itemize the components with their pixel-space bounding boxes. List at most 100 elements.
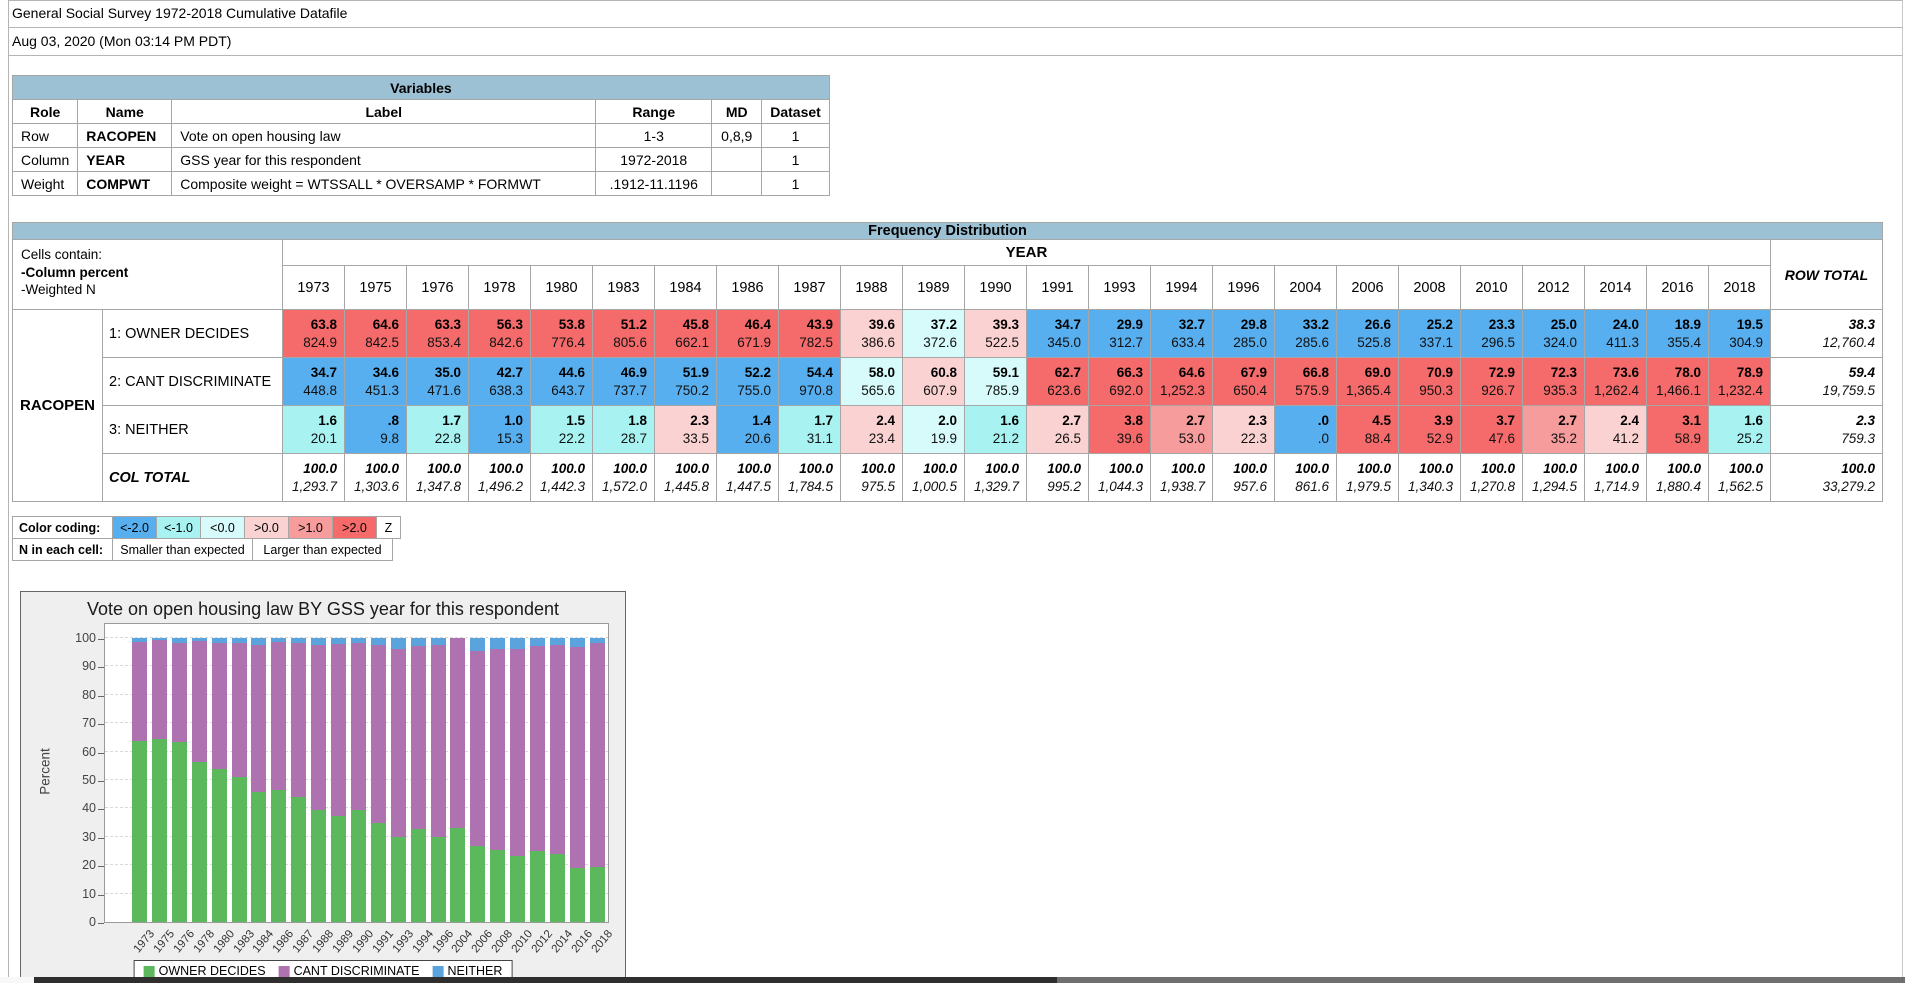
z-swatch: >1.0 [288, 516, 333, 539]
freq-row: 2: CANT DISCRIMINATE 34.7 448.8 34.6 451.3 35… [13, 357, 1883, 406]
freq-cell: 66.3 692.0 [1088, 357, 1151, 406]
bar-segment-cant-discriminate [171, 642, 187, 743]
freq-cell: 100.0 1,294.5 [1522, 453, 1585, 502]
bar-segment-owner-decides [390, 837, 406, 922]
freq-cell-percent: 3.9 [1434, 412, 1453, 428]
freq-cell: 34.7 345.0 [1026, 309, 1089, 358]
variables-cell-role: Row [11, 123, 79, 148]
bar-segment-cant-discriminate [510, 648, 526, 856]
freq-cell-weighted-n: 1,000.5 [911, 478, 957, 494]
freq-cell: 25.0 324.0 [1522, 309, 1585, 358]
freq-cell: 100.0 1,340.3 [1398, 453, 1461, 502]
freq-cell-weighted-n: 1,447.5 [725, 478, 771, 494]
freq-cell: 69.0 1,365.4 [1336, 357, 1399, 406]
freq-cell: 100.0 1,445.8 [654, 453, 717, 502]
page-title: General Social Survey 1972-2018 Cumulati… [12, 5, 348, 21]
freq-cell-percent: 33.2 [1302, 316, 1329, 332]
stacked-bar [390, 638, 406, 922]
freq-cell: 100.0 1,979.5 [1336, 453, 1399, 502]
stacked-bar [311, 638, 327, 922]
stacked-bar [211, 638, 227, 922]
freq-cell-weighted-n: 9.8 [380, 430, 399, 446]
year-column-header: 1973 [282, 265, 345, 310]
freq-row-label: 2: CANT DISCRIMINATE [102, 357, 283, 406]
legend-label: NEITHER [447, 964, 503, 978]
bar-segment-cant-discriminate [350, 642, 366, 811]
freq-cell-percent: 100.0 [985, 460, 1019, 476]
freq-cell: 3.7 47.6 [1460, 405, 1523, 454]
row-variable-label: RACOPEN [12, 309, 103, 502]
freq-cell-weighted-n: 950.3 [1419, 382, 1453, 398]
freq-cell: 60.8 607.9 [902, 357, 965, 406]
freq-cell: 1.4 20.6 [716, 405, 779, 454]
freq-cell: 2.3 33.5 [654, 405, 717, 454]
freq-cell-weighted-n: 671.9 [737, 334, 771, 350]
stacked-bar-chart: Vote on open housing law BY GSS year for… [20, 591, 626, 982]
z-swatch: <0.0 [200, 516, 245, 539]
variables-cell-range: .1912-11.1196 [595, 171, 713, 196]
freq-cell: 45.8 662.1 [654, 309, 717, 358]
y-tick-label: 70 [82, 716, 96, 731]
n-expectation-row: N in each cell: Smaller than expected Larg… [12, 538, 393, 561]
freq-cell: 78.9 1,232.4 [1708, 357, 1771, 406]
freq-cell: 100.0 33,279.2 [1770, 453, 1883, 502]
freq-cell-percent: 29.9 [1116, 316, 1143, 332]
freq-cell-percent: 100.0 [1481, 460, 1515, 476]
freq-cell: 43.9 782.5 [778, 309, 841, 358]
freq-cell-percent: 100.0 [1667, 460, 1701, 476]
freq-cell-percent: 1.4 [752, 412, 771, 428]
stacked-bar [589, 638, 605, 922]
bar-segment-owner-decides [132, 740, 147, 922]
freq-cell-percent: 2.4 [876, 412, 895, 428]
freq-cell-weighted-n: 296.5 [1481, 334, 1515, 350]
freq-cell-percent: 100.0 [551, 460, 585, 476]
freq-cell-percent: 3.7 [1496, 412, 1515, 428]
z-score-label: Z [376, 516, 401, 539]
freq-cell: 51.2 805.6 [592, 309, 655, 358]
freq-cell-weighted-n: 662.1 [675, 334, 709, 350]
variables-row: Row RACOPEN Vote on open housing law 1-3 0,8… [11, 123, 830, 148]
col-total-label: COL TOTAL [102, 453, 283, 502]
freq-cell: 73.6 1,262.4 [1584, 357, 1647, 406]
freq-cell-percent: 56.3 [496, 316, 523, 332]
freq-cell: 100.0 975.5 [840, 453, 903, 502]
freq-cell-weighted-n: 650.4 [1233, 382, 1267, 398]
year-column-header: 2006 [1336, 265, 1399, 310]
freq-cell-weighted-n: 1,232.4 [1717, 382, 1763, 398]
freq-cell: 29.9 312.7 [1088, 309, 1151, 358]
year-column-header: 2018 [1708, 265, 1771, 310]
freq-cell-percent: 2.7 [1186, 412, 1205, 428]
bar-segment-cant-discriminate [311, 644, 327, 810]
y-tick-label: 60 [82, 744, 96, 759]
freq-cell-weighted-n: 304.9 [1729, 334, 1763, 350]
freq-cell: 62.7 623.6 [1026, 357, 1089, 406]
freq-cell: 2.3 22.3 [1212, 405, 1275, 454]
scrollbar-track[interactable] [1057, 977, 1905, 983]
freq-cell-weighted-n: 25.2 [1736, 430, 1763, 446]
freq-cell: 1.6 25.2 [1708, 405, 1771, 454]
scrollbar-thumb[interactable] [34, 977, 1057, 983]
freq-cell-percent: 100.0 [1109, 460, 1143, 476]
freq-cell-percent: 72.9 [1488, 364, 1515, 380]
freq-row-label: 3: NEITHER [102, 405, 283, 454]
freq-cell-weighted-n: 782.5 [799, 334, 833, 350]
freq-cell-weighted-n: 28.7 [620, 430, 647, 446]
legend-swatch [278, 965, 290, 977]
horizontal-scrollbar[interactable] [0, 977, 1905, 983]
freq-cell: 46.9 737.7 [592, 357, 655, 406]
freq-cell-weighted-n: 448.8 [303, 382, 337, 398]
freq-cell: 29.8 285.0 [1212, 309, 1275, 358]
freq-cell: 100.0 1,293.7 [282, 453, 345, 502]
variables-cell-md [711, 171, 763, 196]
bar-segment-owner-decides [510, 855, 526, 922]
freq-cell-weighted-n: 1,270.8 [1469, 478, 1515, 494]
freq-cell-percent: 100.0 [1295, 460, 1329, 476]
freq-cell-weighted-n: 39.6 [1116, 430, 1143, 446]
freq-cell-weighted-n: 53.0 [1178, 430, 1205, 446]
variables-column-header: Name [77, 99, 173, 124]
freq-row: 3: NEITHER 1.6 20.1.8 9.8 1.7 22.8 1.0 15.3 1.5 2… [13, 405, 1883, 454]
freq-cell-percent: 100.0 [923, 460, 957, 476]
freq-cell-weighted-n: 19,759.5 [1822, 382, 1875, 398]
freq-cell-weighted-n: 623.6 [1047, 382, 1081, 398]
freq-cell-weighted-n: 23.4 [868, 430, 895, 446]
